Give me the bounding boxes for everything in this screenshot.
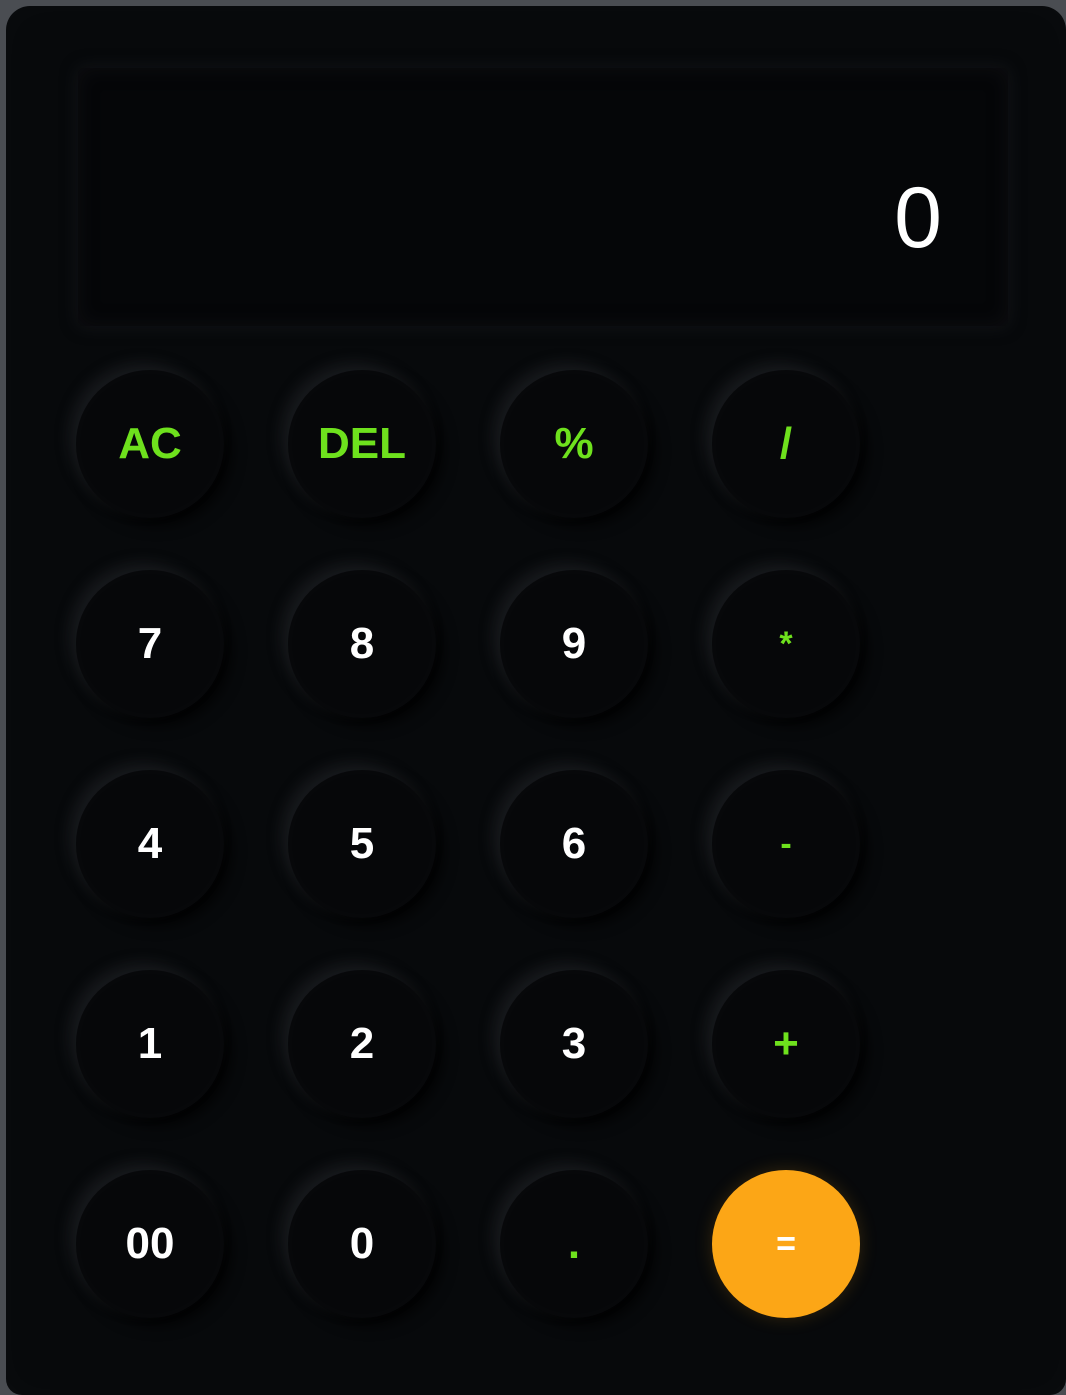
- digit-3-button[interactable]: 3: [500, 970, 648, 1118]
- calculator: 0 AC DEL % / 7 8 9 * 4 5 6 - 1 2 3 + 00 …: [6, 6, 1066, 1395]
- digit-0-button[interactable]: 0: [288, 1170, 436, 1318]
- digit-4-button[interactable]: 4: [76, 770, 224, 918]
- plus-button[interactable]: +: [712, 970, 860, 1118]
- digit-7-button[interactable]: 7: [76, 570, 224, 718]
- keypad: AC DEL % / 7 8 9 * 4 5 6 - 1 2 3 + 00 0 …: [6, 6, 1066, 1395]
- digit-8-button[interactable]: 8: [288, 570, 436, 718]
- multiply-button[interactable]: *: [712, 570, 860, 718]
- equals-button[interactable]: =: [712, 1170, 860, 1318]
- digit-6-button[interactable]: 6: [500, 770, 648, 918]
- digit-9-button[interactable]: 9: [500, 570, 648, 718]
- double-zero-button[interactable]: 00: [76, 1170, 224, 1318]
- ac-button[interactable]: AC: [76, 370, 224, 518]
- minus-button[interactable]: -: [712, 770, 860, 918]
- digit-5-button[interactable]: 5: [288, 770, 436, 918]
- divide-button[interactable]: /: [712, 370, 860, 518]
- digit-2-button[interactable]: 2: [288, 970, 436, 1118]
- decimal-button[interactable]: .: [500, 1170, 648, 1318]
- delete-button[interactable]: DEL: [288, 370, 436, 518]
- digit-1-button[interactable]: 1: [76, 970, 224, 1118]
- percent-button[interactable]: %: [500, 370, 648, 518]
